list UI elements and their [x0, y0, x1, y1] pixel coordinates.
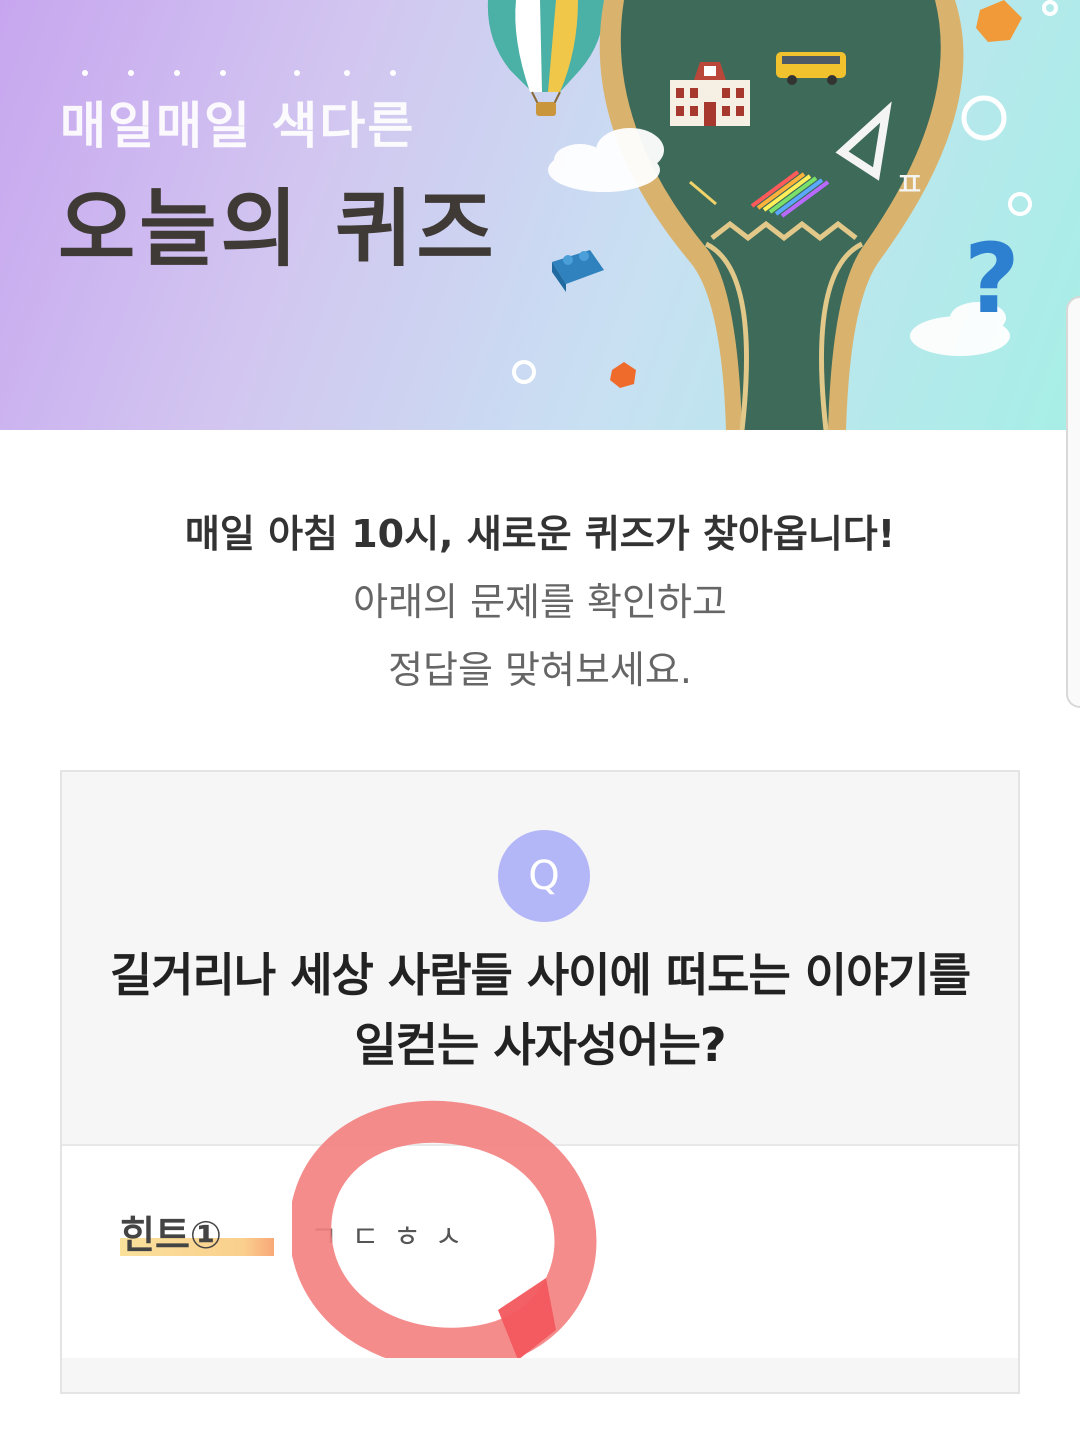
annotation-circle-mark: [292, 1100, 597, 1370]
question-section: Q 길거리나 세상 사람들 사이에 떠도는 이야기를 일컫는 사자성어는?: [62, 772, 1018, 1146]
card-footer: [62, 1358, 1018, 1392]
banner-subtitle: 매일매일 색다른: [60, 97, 416, 155]
quiz-banner: ㅍ ? 매일매일 색다른 오늘의 퀴즈: [0, 0, 1080, 430]
scrollbar[interactable]: [1066, 296, 1080, 708]
question-badge: Q: [498, 830, 590, 922]
intro-line: 정답을 맞혀보세요.: [388, 648, 692, 692]
question-line: 일컫는 사자성어는?: [354, 1018, 726, 1072]
question-mark-icon: ?: [964, 223, 1020, 335]
question-line: 길거리나 세상 사람들 사이에 떠도는 이야기를: [109, 948, 971, 1002]
intro-line: 아래의 문제를 확인하고: [353, 580, 727, 624]
svg-text:ㅍ: ㅍ: [894, 165, 925, 205]
question-text: 길거리나 세상 사람들 사이에 떠도는 이야기를 일컫는 사자성어는?: [82, 940, 998, 1080]
decorative-dots: [70, 70, 430, 80]
banner-title: 오늘의 퀴즈: [58, 180, 498, 278]
quiz-intro: 매일 아침 10시, 새로운 퀴즈가 찾아옵니다! 아래의 문제를 확인하고 정…: [0, 500, 1080, 704]
lego-brick-icon: [552, 250, 604, 292]
hot-air-balloon-icon: [487, 0, 605, 116]
svg-text:?: ?: [964, 223, 1020, 335]
quiz-card: Q 길거리나 세상 사람들 사이에 떠도는 이야기를 일컫는 사자성어는? 힌트…: [60, 770, 1020, 1394]
intro-headline: 매일 아침 10시, 새로운 퀴즈가 찾아옵니다!: [184, 512, 896, 556]
hint-label: 힌트①: [120, 1213, 223, 1257]
